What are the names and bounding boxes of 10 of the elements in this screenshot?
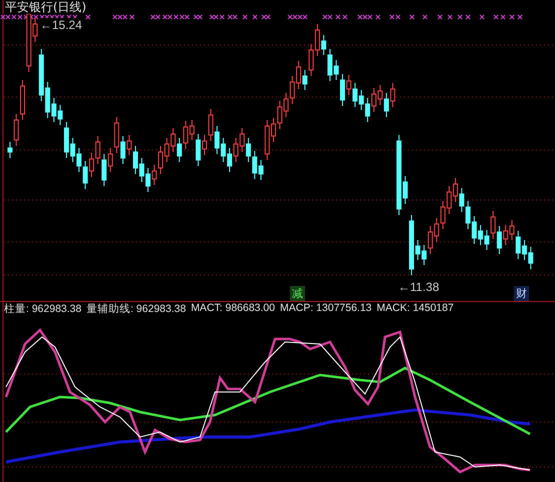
low-price-label: ←11.38 [398, 280, 440, 294]
indicator-reading: MACP: 1307756.13 [280, 302, 372, 316]
signal-marker: 减 [290, 286, 305, 301]
chart-title: 平安银行(日线) [5, 0, 86, 14]
indicator-reading: MACK: 1450187 [376, 302, 454, 316]
indicator-reading: 量辅助线: 962983.38 [86, 302, 186, 316]
signal-marker: 财 [514, 286, 529, 301]
indicator-reading: 柱量: 962983.38 [4, 302, 82, 316]
high-price-label: ←15.24 [40, 18, 82, 32]
indicator-reading: MACT: 986683.00 [190, 302, 275, 316]
